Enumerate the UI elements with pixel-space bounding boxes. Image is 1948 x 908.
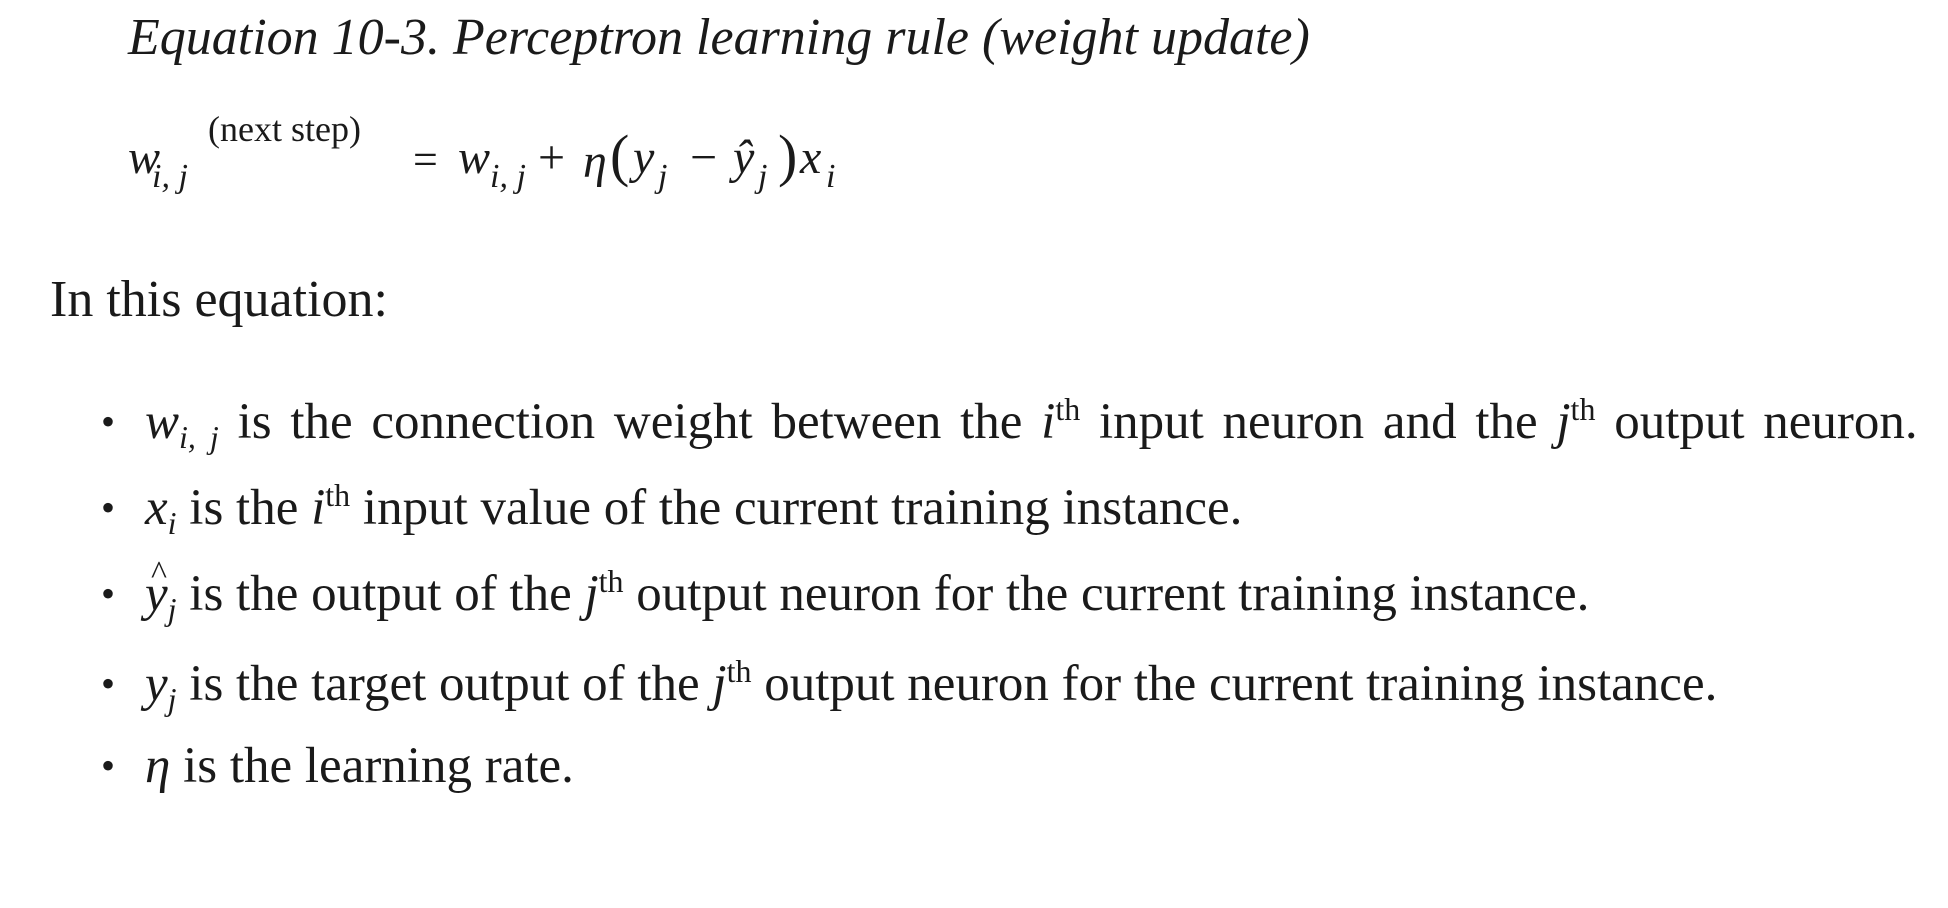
list-item: • yj is the target output of the jth out… [95, 652, 1925, 716]
text-segment: is the [176, 480, 312, 536]
text-segment: output neuron. [1595, 394, 1918, 450]
eq-x-subscript: i [826, 158, 836, 195]
text-segment: is the target output of the [176, 656, 713, 712]
eq-y: y [633, 131, 655, 184]
eq-plus-sign: + [538, 131, 566, 184]
text-segment: is the learning rate. [170, 738, 574, 794]
text-segment: is the output of the [176, 566, 585, 622]
perceptron-equation: w i, j (next step) = w i, j + η ( y j − … [128, 108, 1128, 218]
eq-equals-sign: = [413, 135, 438, 184]
bullet-marker: • [101, 485, 116, 530]
list-item: • η is the learning rate. [95, 734, 1925, 798]
eq-rhs-w: w [458, 131, 491, 184]
eq-y-subscript: j [658, 158, 668, 195]
text-segment: is the connection weight between the [218, 394, 1042, 450]
equation-caption: Equation 10-3. Perceptron learning rule … [128, 9, 1310, 66]
eq-lhs-subscript: i, j [152, 158, 188, 195]
ordinal-j: jth [712, 653, 752, 712]
eq-yhat-subscript: j [758, 158, 768, 195]
text-segment: output neuron for the current training i… [623, 566, 1590, 622]
ordinal-i: ith [1041, 391, 1081, 450]
eq-yhat: ŷ [733, 131, 755, 184]
eq-rhs-w-subscript: i, j [490, 158, 526, 195]
document-page: Equation 10-3. Perceptron learning rule … [0, 0, 1948, 908]
eq-minus-sign: − [690, 131, 718, 184]
intro-text: In this equation: [50, 271, 388, 328]
text-segment: input value of the current training inst… [350, 480, 1243, 536]
eq-x: x [800, 131, 822, 184]
ordinal-j: jth [1556, 391, 1596, 450]
text-segment: input neuron and the [1080, 394, 1557, 450]
symbol-y: yj [145, 656, 177, 717]
list-item: • wi, j is the connection weight between… [95, 390, 1925, 454]
bullet-marker: • [101, 743, 116, 788]
ordinal-i: ith [311, 477, 351, 536]
bullet-marker: • [101, 571, 116, 616]
eq-open-paren: ( [610, 123, 630, 188]
list-item: • xi is the ith input value of the curre… [95, 476, 1925, 540]
list-item: • yj is the output of the jth output neu… [95, 542, 1925, 626]
definition-list: • wi, j is the connection weight between… [95, 390, 1925, 798]
bullet-marker: • [101, 661, 116, 706]
eq-eta: η [583, 135, 607, 188]
bullet-marker: • [101, 399, 116, 444]
symbol-x: xi [145, 480, 177, 541]
symbol-w: wi, j [145, 394, 219, 455]
symbol-yhat: yj [145, 542, 177, 625]
eq-lhs-superscript: (next step) [208, 109, 361, 149]
symbol-eta: η [145, 738, 171, 794]
eq-close-paren: ) [778, 123, 798, 188]
ordinal-j: jth [584, 563, 624, 622]
text-segment: output neuron for the current training i… [751, 656, 1718, 712]
